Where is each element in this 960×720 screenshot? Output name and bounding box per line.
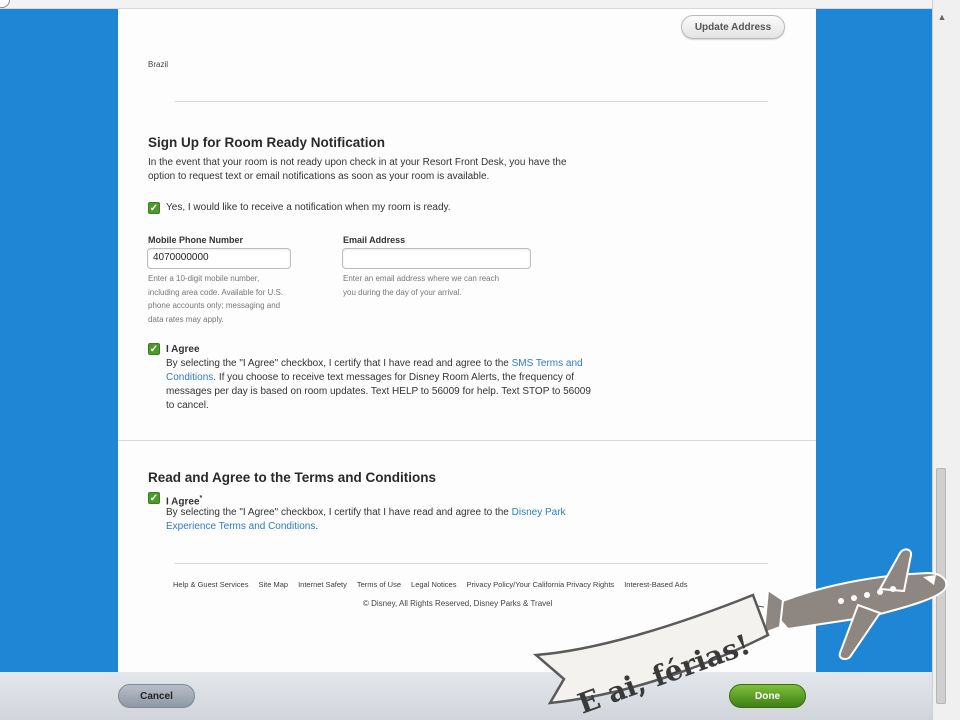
terms-agree-checkbox[interactable]: ✓ [148, 492, 160, 504]
room-ready-heading: Sign Up for Room Ready Notification [148, 135, 386, 150]
sms-agree-label: I Agree [166, 344, 200, 355]
sms-agree-text-part: messages per day is based on room update… [166, 386, 591, 397]
email-hint-line: Enter an email address where we can reac… [343, 274, 500, 283]
terms-agree-text-part: . [315, 521, 319, 532]
park-terms-link-continued[interactable]: Experience Terms and Conditions [166, 521, 315, 532]
scroll-up-arrow-icon[interactable]: ▲ [936, 12, 948, 22]
email-hint: Enter an email address where we can reac… [343, 272, 499, 299]
background-left [0, 0, 118, 720]
sms-agree-text-part: to cancel. [166, 400, 209, 411]
update-address-button[interactable]: Update Address [681, 15, 785, 39]
room-ready-description-1: In the event that your room is not ready… [148, 157, 567, 168]
footer-link-sitemap[interactable]: Site Map [258, 580, 288, 589]
section-divider [175, 101, 768, 102]
cancel-button[interactable]: Cancel [118, 684, 195, 708]
email-hint-line: you during the day of your arrival. [343, 287, 462, 297]
sms-agree-text: By selecting the "I Agree" checkbox, I c… [166, 357, 626, 413]
terms-agree-text-part: By selecting the "I Agree" checkbox, I c… [166, 507, 512, 518]
country-text: Brazil [148, 60, 169, 68]
footer-link-legal[interactable]: Legal Notices [411, 580, 456, 589]
phone-input[interactable]: 4070000000 [147, 248, 291, 269]
sms-agree-text-part: By selecting the "I Agree" checkbox, I c… [166, 358, 512, 369]
footer-link-terms[interactable]: Terms of Use [357, 580, 401, 589]
section-divider [118, 440, 816, 441]
footer-link-help[interactable]: Help & Guest Services [173, 580, 248, 589]
airplane-icon [762, 548, 948, 661]
sms-terms-link-continued[interactable]: Conditions [166, 372, 213, 383]
corner-circle-icon [0, 0, 10, 8]
footer-link-internet-safety[interactable]: Internet Safety [298, 580, 347, 589]
airplane-banner-stamp: E ai, férias! [532, 548, 948, 720]
sms-agree-text-part: . If you choose to receive text messages… [213, 372, 574, 383]
copyright-text: © Disney, All Rights Reserved, Disney Pa… [363, 599, 553, 608]
notification-opt-in-label: Yes, I would like to receive a notificat… [166, 202, 451, 213]
phone-hint: Enter a 10-digit mobile number, includin… [148, 272, 283, 326]
sms-agree-checkbox[interactable]: ✓ [148, 343, 160, 355]
terms-agree-text: By selecting the "I Agree" checkbox, I c… [166, 506, 626, 534]
top-window-edge [0, 0, 932, 9]
phone-hint-line: including area code. Available for U.S. [148, 287, 284, 297]
room-ready-description-2: option to request text or email notifica… [148, 171, 490, 182]
notification-opt-in-checkbox[interactable]: ✓ [148, 202, 160, 214]
phone-hint-line: Enter a 10-digit mobile number, [148, 274, 260, 283]
email-label: Email Address [343, 235, 406, 245]
required-mark: * [199, 495, 203, 502]
park-terms-link[interactable]: Disney Park [512, 507, 566, 518]
terms-heading: Read and Agree to the Terms and Conditio… [148, 470, 437, 485]
phone-label: Mobile Phone Number [148, 235, 244, 245]
phone-hint-line: data rates may apply. [148, 314, 224, 324]
email-input[interactable] [342, 248, 531, 269]
sms-terms-link[interactable]: SMS Terms and [512, 358, 583, 369]
phone-hint-line: phone accounts only; messaging and [148, 301, 281, 310]
